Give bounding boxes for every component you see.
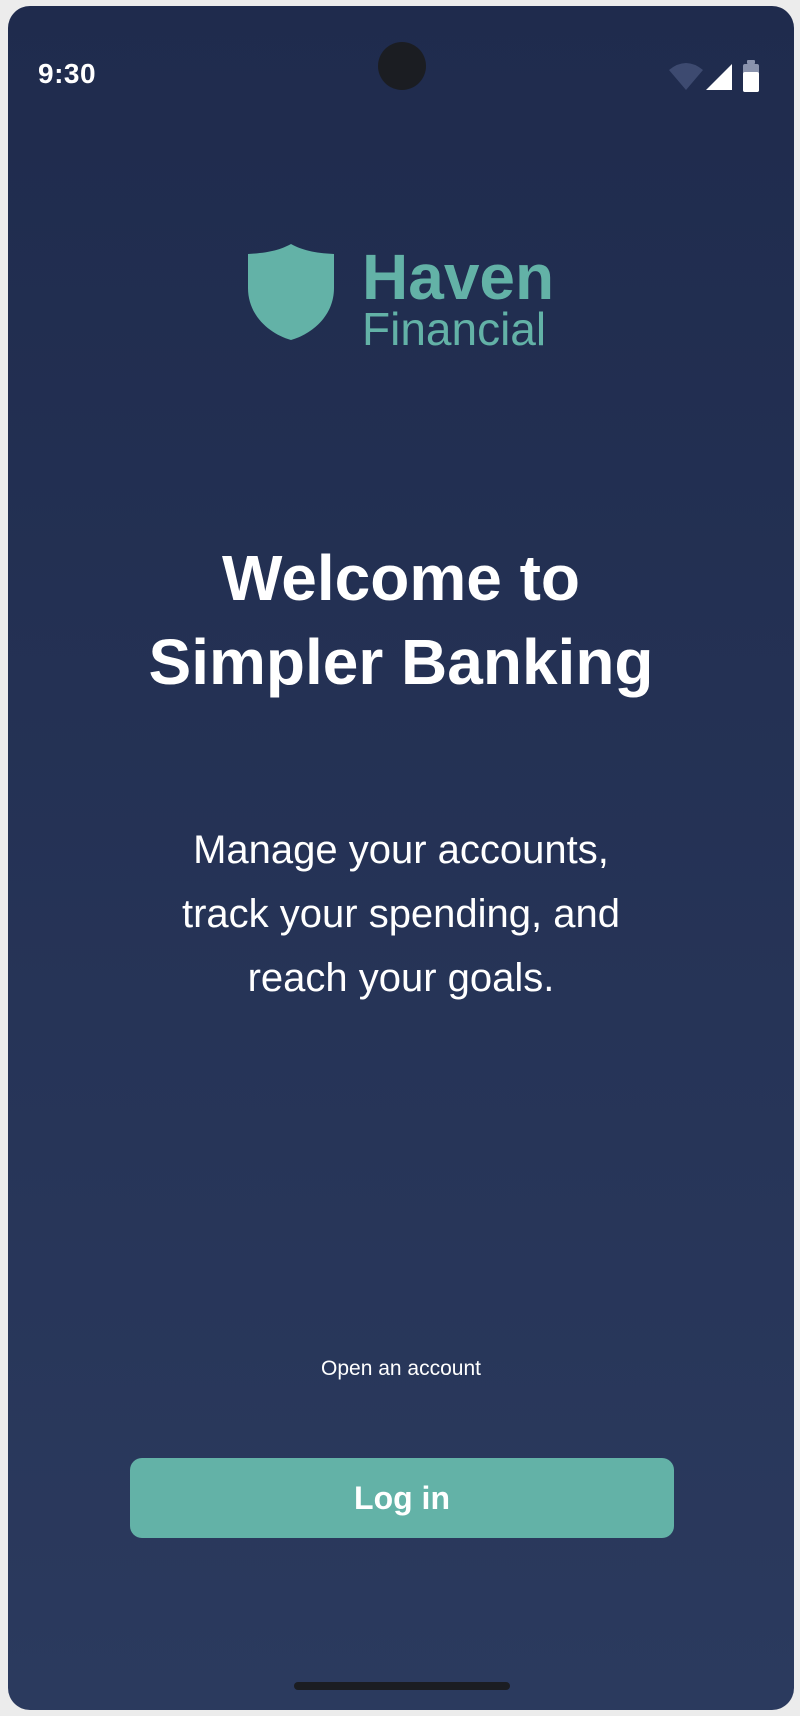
status-bar: 9:30 <box>8 6 794 136</box>
subtitle-line-1: Manage your accounts, <box>193 828 609 872</box>
signal-icon <box>706 64 732 90</box>
battery-icon <box>743 60 759 92</box>
open-account-link[interactable]: Open an account <box>321 1357 481 1380</box>
home-indicator[interactable] <box>294 1682 510 1690</box>
subtitle-line-2: track your spending, and <box>181 892 621 936</box>
brand-logo: Haven Financial <box>244 241 574 355</box>
shield-icon <box>248 244 334 340</box>
open-account-link-row: Open an account <box>8 1354 794 1384</box>
status-icons <box>668 60 768 96</box>
subtitle-line-3: reach your goals. <box>247 956 555 1000</box>
login-button[interactable]: Log in <box>130 1458 674 1538</box>
front-camera <box>378 42 426 90</box>
status-time: 9:30 <box>38 58 97 89</box>
brand-subname: Financial <box>362 303 547 355</box>
brand-name: Haven <box>362 241 555 313</box>
phone-screen: 9:30 Haven Financial Welcome to Simpler … <box>8 6 794 1710</box>
welcome-headline: Welcome to Simpler Banking <box>8 536 794 704</box>
headline-line-2: Simpler Banking <box>148 626 654 698</box>
welcome-subtitle: Manage your accounts, track your spendin… <box>8 818 794 1010</box>
headline-line-1: Welcome to <box>222 542 580 614</box>
wifi-icon <box>669 63 703 90</box>
